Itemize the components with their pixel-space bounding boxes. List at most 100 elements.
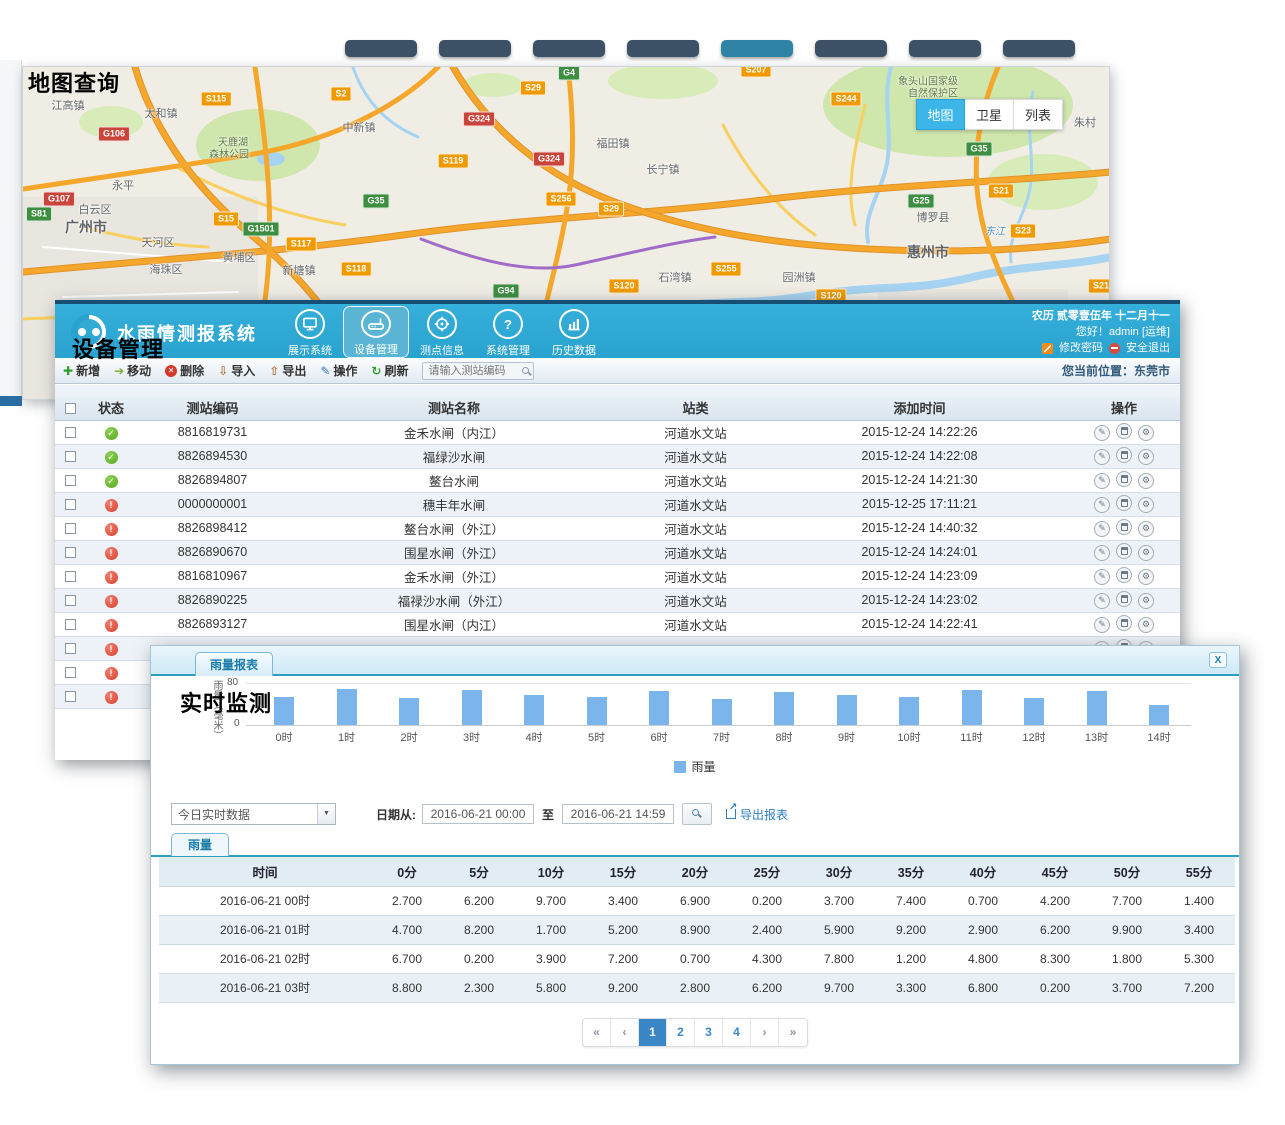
tab-rain-report[interactable]: 雨量报表 (195, 652, 273, 676)
status-cell: ! (85, 612, 137, 636)
row-checkbox[interactable] (65, 523, 76, 534)
edit-icon[interactable]: ✎ (1094, 593, 1110, 609)
chart-bar (899, 697, 919, 725)
page-button-1[interactable]: 1 (639, 1019, 667, 1046)
partial-nav-tab[interactable] (533, 40, 605, 57)
nav-item-设备管理[interactable]: 设备管理 (343, 306, 409, 358)
edit-icon[interactable]: ✎ (1094, 569, 1110, 585)
search-input[interactable] (428, 363, 517, 379)
road-badge: S119 (438, 154, 469, 169)
page-nav-button[interactable]: « (583, 1019, 611, 1046)
toolbar-refresh-button[interactable]: ↻刷新 (371, 362, 408, 379)
date-to-input[interactable] (562, 804, 674, 824)
select-all-checkbox[interactable] (65, 403, 76, 414)
row-checkbox[interactable] (65, 571, 76, 582)
export-report-link[interactable]: 导出报表 (726, 806, 788, 823)
row-checkbox[interactable] (65, 619, 76, 630)
toolbar-edit-button[interactable]: ✎操作 (320, 362, 357, 379)
nav-item-测点信息[interactable]: 测点信息 (409, 306, 475, 358)
row-select-cell (55, 684, 85, 708)
nav-item-展示系统[interactable]: 展示系统 (277, 306, 343, 358)
edit-icon[interactable]: ✎ (1094, 617, 1110, 633)
trash-icon[interactable] (1116, 591, 1132, 607)
map-control-地图[interactable]: 地图 (916, 99, 965, 130)
toolbar-plus-button[interactable]: ✚新增 (63, 362, 100, 379)
annotation-device-mgmt: 设备管理 (72, 332, 164, 364)
row-checkbox[interactable] (65, 691, 76, 702)
edit-icon[interactable]: ✎ (1094, 545, 1110, 561)
map-control-卫星[interactable]: 卫星 (965, 99, 1014, 130)
x-axis-label: 2时 (400, 729, 417, 745)
page-button-3[interactable]: 3 (695, 1019, 723, 1046)
gear-icon[interactable]: ⚙ (1138, 569, 1154, 585)
map-place-label: 天河区 (142, 234, 175, 250)
station-code-search[interactable] (422, 362, 534, 380)
gear-icon[interactable]: ⚙ (1138, 473, 1154, 489)
partial-nav-tab[interactable] (345, 40, 417, 57)
rain-value-cell: 4.300 (731, 944, 803, 973)
rain-column-header: 25分 (731, 857, 803, 886)
tab-rain[interactable]: 雨量 (171, 833, 229, 856)
trash-icon[interactable] (1116, 543, 1132, 559)
row-checkbox[interactable] (65, 667, 76, 678)
logout-link[interactable]: 安全退出 (1126, 340, 1170, 356)
row-checkbox[interactable] (65, 451, 76, 462)
date-from-input[interactable] (422, 804, 534, 824)
gear-icon[interactable]: ⚙ (1138, 617, 1154, 633)
device-icon (361, 310, 391, 338)
close-icon[interactable]: X (1209, 652, 1227, 668)
partial-nav-tab[interactable] (815, 40, 887, 57)
status-ok-icon: ✓ (105, 427, 118, 440)
toolbar-move-button[interactable]: ➔移动 (114, 362, 151, 379)
table-row: !8816810967金禾水闸（外江）河道水文站2015-12-24 14:23… (55, 564, 1180, 588)
rain-time-cell: 2016-06-21 02时 (159, 944, 371, 973)
gear-icon[interactable]: ⚙ (1138, 545, 1154, 561)
edit-icon[interactable]: ✎ (1094, 425, 1110, 441)
trash-icon[interactable] (1116, 471, 1132, 487)
data-mode-select[interactable]: 今日实时数据 ▼ (171, 803, 336, 825)
trash-icon[interactable] (1116, 615, 1132, 631)
row-checkbox[interactable] (65, 547, 76, 558)
toolbar-import-button[interactable]: ⇩导入 (218, 362, 255, 379)
row-checkbox[interactable] (65, 427, 76, 438)
trash-icon[interactable] (1116, 447, 1132, 463)
gear-icon[interactable]: ⚙ (1138, 593, 1154, 609)
partial-nav-tab[interactable] (1003, 40, 1075, 57)
edit-icon[interactable]: ✎ (1094, 497, 1110, 513)
row-checkbox[interactable] (65, 643, 76, 654)
map-control-列表[interactable]: 列表 (1014, 99, 1063, 130)
gear-icon[interactable]: ⚙ (1138, 425, 1154, 441)
partial-nav-tab[interactable] (439, 40, 511, 57)
trash-icon[interactable] (1116, 495, 1132, 511)
trash-icon[interactable] (1116, 519, 1132, 535)
trash-icon[interactable] (1116, 567, 1132, 583)
ops-cell: ✎⚙ (1068, 444, 1180, 468)
query-button[interactable] (682, 803, 712, 825)
edit-icon[interactable]: ✎ (1094, 473, 1110, 489)
partial-nav-tab[interactable] (721, 40, 793, 57)
row-checkbox[interactable] (65, 595, 76, 606)
rain-column-header: 15分 (587, 857, 659, 886)
gear-icon[interactable]: ⚙ (1138, 521, 1154, 537)
page-nav-button[interactable]: › (751, 1019, 779, 1046)
row-checkbox[interactable] (65, 475, 76, 486)
page-nav-button[interactable]: » (779, 1019, 807, 1046)
gear-icon[interactable]: ⚙ (1138, 497, 1154, 513)
row-checkbox[interactable] (65, 499, 76, 510)
nav-item-系统管理[interactable]: ?系统管理 (475, 306, 541, 358)
page-button-4[interactable]: 4 (723, 1019, 751, 1046)
road-badge: S244 (830, 92, 861, 107)
gear-icon[interactable]: ⚙ (1138, 449, 1154, 465)
edit-icon[interactable]: ✎ (1094, 521, 1110, 537)
edit-icon[interactable]: ✎ (1094, 449, 1110, 465)
toolbar-del-button[interactable]: ✕删除 (165, 362, 204, 379)
partial-nav-tab[interactable] (909, 40, 981, 57)
page-button-2[interactable]: 2 (667, 1019, 695, 1046)
toolbar-export-button[interactable]: ⇧导出 (269, 362, 306, 379)
trash-icon[interactable] (1116, 423, 1132, 439)
nav-item-历史数据[interactable]: 历史数据 (541, 306, 607, 358)
report-tab-bar: 雨量报表 X (151, 646, 1239, 676)
partial-nav-tab[interactable] (627, 40, 699, 57)
page-nav-button[interactable]: ‹ (611, 1019, 639, 1046)
change-password-link[interactable]: 修改密码 (1059, 340, 1103, 356)
